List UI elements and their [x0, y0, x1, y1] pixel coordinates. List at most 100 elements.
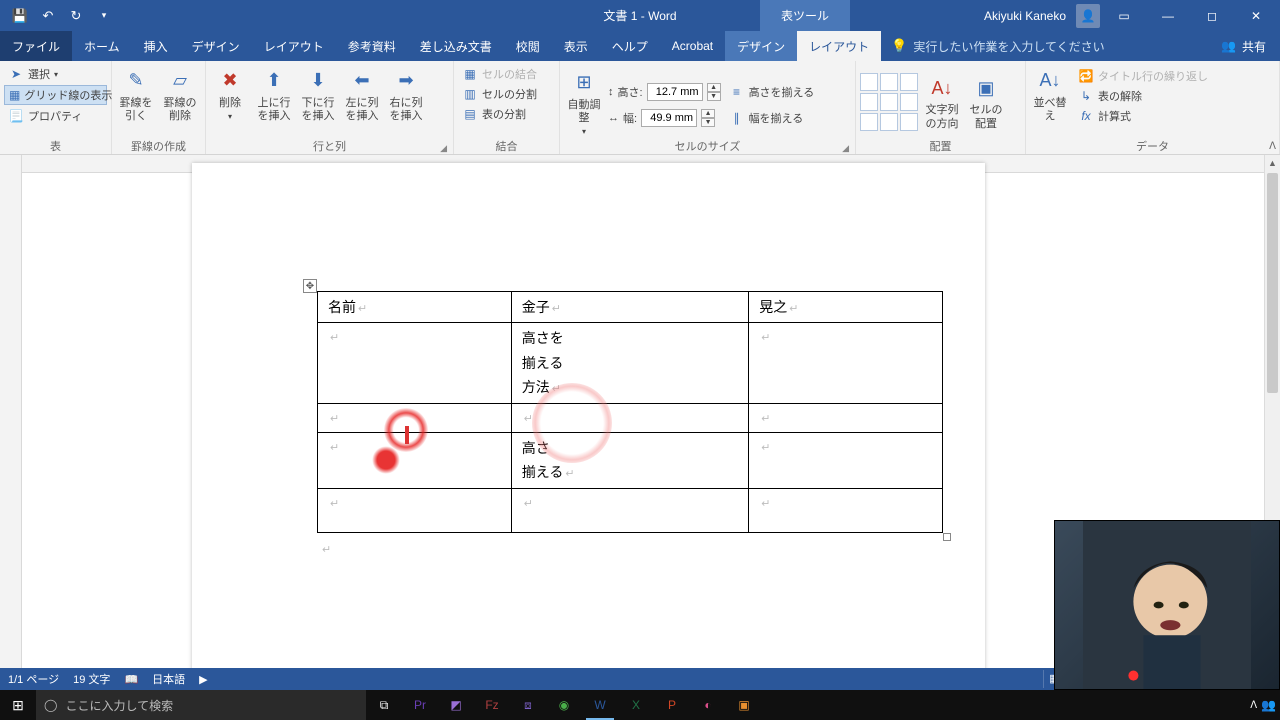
view-gridlines-button[interactable]: ▦グリッド線の表示: [4, 85, 107, 105]
tab-view[interactable]: 表示: [552, 31, 600, 61]
window-title: 文書 1 - Word: [603, 7, 676, 24]
taskbar-app[interactable]: ◩: [438, 690, 474, 720]
taskbar-app[interactable]: ◉: [546, 690, 582, 720]
tab-home[interactable]: ホーム: [72, 31, 132, 61]
properties-button[interactable]: 📃プロパティ: [4, 107, 107, 125]
row-height-field[interactable]: ↕ 高さ: ▲▼: [608, 83, 721, 101]
table-cell[interactable]: ↵: [318, 488, 512, 532]
spellcheck-icon[interactable]: 📖: [124, 673, 138, 686]
taskbar-powerpoint[interactable]: P: [654, 690, 690, 720]
ribbon-options-button[interactable]: ▭: [1104, 0, 1144, 31]
table-cell[interactable]: ↵: [749, 432, 943, 488]
table-cell[interactable]: ↵: [318, 323, 512, 403]
language-indicator[interactable]: 日本語: [152, 671, 185, 687]
tab-acrobat[interactable]: Acrobat: [660, 31, 725, 61]
height-spinner[interactable]: ▲▼: [707, 83, 721, 101]
vertical-ruler[interactable]: [0, 155, 22, 685]
taskbar-word[interactable]: W: [582, 690, 618, 720]
eraser-button[interactable]: ▱罫線の削除: [160, 65, 200, 123]
qat-customize[interactable]: ▾: [90, 2, 118, 30]
word-count[interactable]: 19 文字: [73, 671, 110, 687]
tab-layout[interactable]: レイアウト: [252, 31, 336, 61]
save-button[interactable]: 💾: [6, 2, 34, 30]
system-tray[interactable]: ᐱ 👥: [1250, 698, 1280, 712]
table-cell[interactable]: ↵: [749, 403, 943, 432]
insert-left-button[interactable]: ⬅左に列を挿入: [342, 65, 382, 123]
tab-table-design[interactable]: デザイン: [725, 31, 797, 61]
scroll-up-button[interactable]: ▲: [1265, 155, 1280, 171]
group-label-draw: 罫線の作成: [116, 138, 201, 154]
convert-to-text-button[interactable]: ↳表の解除: [1074, 87, 1212, 105]
split-cells-button[interactable]: ▥セルの分割: [458, 85, 555, 103]
table-cell[interactable]: 晃之↵: [749, 292, 943, 323]
insert-right-button[interactable]: ➡右に列を挿入: [386, 65, 426, 123]
alignment-grid[interactable]: [860, 73, 918, 131]
split-table-icon: ▤: [462, 106, 478, 122]
page[interactable]: ✥ 名前↵ 金子↵ 晃之↵ ↵ 高さを 揃える 方法↵ ↵ ↵ ↵ ↵ ↵ 高さ…: [192, 163, 985, 685]
text-direction-button[interactable]: A↓文字列の方向: [922, 72, 962, 130]
taskbar-app[interactable]: ◐: [690, 690, 726, 720]
tab-table-layout[interactable]: レイアウト: [797, 31, 881, 61]
scroll-thumb[interactable]: [1267, 173, 1278, 393]
draw-table-button[interactable]: ✎罫線を引く: [116, 65, 156, 123]
group-label-cellsize: セルのサイズ◢: [564, 138, 851, 154]
delete-button[interactable]: ✖削除▾: [210, 65, 250, 122]
page-indicator[interactable]: 1/1 ページ: [8, 671, 59, 687]
context-tab-label: 表ツール: [760, 0, 850, 31]
table-cell[interactable]: 名前↵: [318, 292, 512, 323]
collapse-ribbon-button[interactable]: ᐱ: [1269, 141, 1276, 152]
table-cell[interactable]: ↵: [511, 488, 748, 532]
start-button[interactable]: ⊞: [0, 690, 36, 720]
text-cursor-icon: [405, 426, 409, 444]
maximize-button[interactable]: ◻: [1192, 0, 1232, 31]
taskbar-app[interactable]: Fz: [474, 690, 510, 720]
taskbar-app[interactable]: ▣: [726, 690, 762, 720]
task-view-button[interactable]: ⧉: [366, 690, 402, 720]
undo-button[interactable]: ↶: [34, 2, 62, 30]
taskbar-app[interactable]: ⧈: [510, 690, 546, 720]
repeat-header-button: 🔁タイトル行の繰り返し: [1074, 67, 1212, 85]
table-move-handle[interactable]: ✥: [303, 279, 317, 293]
distribute-cols-button[interactable]: ∥幅を揃える: [725, 109, 819, 127]
tab-design[interactable]: デザイン: [180, 31, 252, 61]
taskbar-app[interactable]: Pr: [402, 690, 438, 720]
people-icon[interactable]: 👥: [1261, 698, 1276, 712]
insert-above-button[interactable]: ⬆上に行を挿入: [254, 65, 294, 123]
table-cell[interactable]: ↵: [749, 323, 943, 403]
user-avatar[interactable]: 👤: [1076, 4, 1100, 28]
dialog-launcher-icon[interactable]: ◢: [842, 143, 849, 154]
col-width-field[interactable]: ↔ 幅: ▲▼: [608, 109, 721, 127]
share-button[interactable]: 👥 共有: [1207, 31, 1280, 61]
tab-file[interactable]: ファイル: [0, 31, 72, 61]
width-spinner[interactable]: ▲▼: [701, 109, 715, 127]
select-button[interactable]: ➤選択 ▾: [4, 65, 107, 83]
dialog-launcher-icon[interactable]: ◢: [440, 143, 447, 154]
insert-below-button[interactable]: ⬇下に行を挿入: [298, 65, 338, 123]
minimize-button[interactable]: —: [1148, 0, 1188, 31]
tray-chevron-icon[interactable]: ᐱ: [1250, 700, 1257, 711]
autofit-button[interactable]: ⊞自動調整▾: [564, 67, 604, 137]
sort-button[interactable]: A↓並べ替え: [1030, 65, 1070, 123]
height-input[interactable]: [647, 83, 703, 101]
tab-review[interactable]: 校閲: [504, 31, 552, 61]
split-table-button[interactable]: ▤表の分割: [458, 105, 555, 123]
tab-insert[interactable]: 挿入: [132, 31, 180, 61]
table-resize-handle[interactable]: [943, 533, 951, 541]
tab-mailings[interactable]: 差し込み文書: [408, 31, 504, 61]
user-name[interactable]: Akiyuki Kaneko: [984, 9, 1066, 23]
macro-icon[interactable]: ▶: [199, 673, 207, 686]
table-cell[interactable]: ↵: [749, 488, 943, 532]
tell-me-search[interactable]: 💡 実行したい作業を入力してください: [881, 31, 1114, 61]
insert-above-icon: ⬆: [260, 67, 288, 95]
tab-help[interactable]: ヘルプ: [600, 31, 660, 61]
close-button[interactable]: ✕: [1236, 0, 1276, 31]
tab-references[interactable]: 参考資料: [336, 31, 408, 61]
redo-button[interactable]: ↻: [62, 2, 90, 30]
cell-margins-button[interactable]: ▣セルの配置: [966, 72, 1006, 130]
taskbar-search[interactable]: ◯ ここに入力して検索: [36, 690, 366, 720]
taskbar-excel[interactable]: X: [618, 690, 654, 720]
width-input[interactable]: [641, 109, 697, 127]
distribute-rows-button[interactable]: ≡高さを揃える: [725, 83, 819, 101]
formula-button[interactable]: fx計算式: [1074, 107, 1212, 125]
table-cell[interactable]: 金子↵: [511, 292, 748, 323]
